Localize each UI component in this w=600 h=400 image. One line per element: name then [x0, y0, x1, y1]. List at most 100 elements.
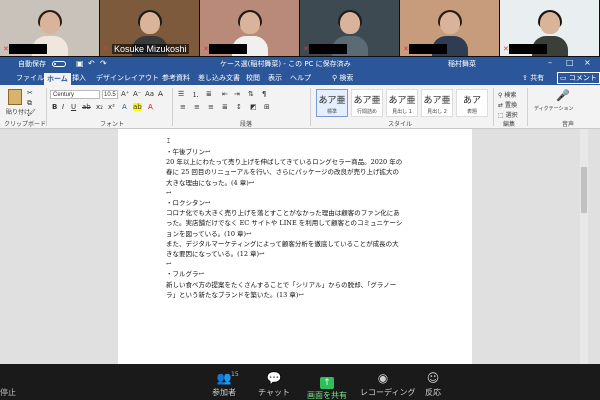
strikethrough-icon[interactable]: ab [82, 103, 91, 111]
font-size-select[interactable]: 10.5 [102, 90, 118, 99]
change-case-icon[interactable]: Aa [145, 90, 154, 98]
shading-icon[interactable]: ◩ [250, 103, 257, 111]
muted-mic-icon: ✕ [103, 45, 109, 53]
select-button[interactable]: ⬚ 選択 [498, 110, 518, 119]
undo-icon[interactable]: ↶ [88, 59, 95, 68]
reactions-button[interactable]: ☺ 反応 [418, 370, 448, 398]
tab-8[interactable]: 表示 [268, 73, 282, 83]
font-color-icon[interactable]: A [148, 103, 153, 111]
tab-7[interactable]: 校閲 [246, 73, 260, 83]
superscript-icon[interactable]: x² [108, 103, 115, 111]
share-screen-icon: ↑ [320, 377, 334, 389]
style-sample: あア [462, 96, 481, 106]
borders-icon[interactable]: ⊞ [264, 103, 270, 111]
numbering-icon[interactable]: ⒈ [192, 90, 199, 100]
style-option[interactable]: あア亜 見出し 2 [421, 89, 453, 117]
document-page[interactable]: 𝙸 ・午後ブリン↩ 20 年以上にわたって売り上げを伸ばしてきているロングセラー商… [118, 129, 472, 364]
face [539, 12, 560, 34]
bullets-icon[interactable]: ☰ [178, 90, 184, 98]
chat-icon: 💬 [266, 371, 282, 385]
share-button[interactable]: ⇪ 共有 [522, 73, 544, 83]
justify-icon[interactable]: ≣ [222, 103, 228, 111]
comments-button[interactable]: ▭ コメント [557, 72, 600, 84]
redo-icon[interactable]: ↷ [100, 59, 107, 68]
tab-5[interactable]: 参考資料 [162, 73, 190, 83]
text-effects-icon[interactable]: A [122, 103, 127, 111]
style-name: 表題 [466, 109, 477, 115]
participant-tile[interactable]: ✕ [400, 0, 499, 56]
scrollbar-thumb[interactable] [581, 167, 587, 213]
divider [172, 88, 173, 126]
autosave-toggle[interactable] [52, 61, 66, 67]
share-screen-button[interactable]: ↑ 画面を共有 [303, 370, 351, 400]
participant-name-redacted [309, 44, 347, 54]
stop-label[interactable]: 停止 [0, 387, 16, 398]
shrink-font-icon[interactable]: A⁻ [133, 90, 141, 98]
participant-tile[interactable]: ✕ Kosuke Mizukoshi [100, 0, 199, 56]
chat-button[interactable]: 💬 チャット [254, 370, 294, 398]
maximize-icon[interactable]: □ [566, 58, 574, 67]
highlight-icon[interactable]: ab [133, 103, 142, 111]
align-left-icon[interactable]: ≡ [180, 103, 186, 111]
line-spacing-icon[interactable]: ↕ [236, 103, 242, 111]
show-marks-icon[interactable]: ¶ [262, 90, 266, 98]
tab-9[interactable]: ヘルプ [290, 73, 311, 83]
tab-3[interactable]: デザイン [96, 73, 124, 83]
sort-icon[interactable]: ⇅ [248, 90, 254, 98]
style-option[interactable]: あア 表題 [456, 89, 488, 117]
document-line: 大きな理由になった。(4 章)↩ [166, 178, 255, 187]
style-option[interactable]: あア亜 標準 [316, 89, 348, 117]
microphone-icon[interactable]: 🎤 [556, 89, 570, 102]
grow-font-icon[interactable]: A⁺ [121, 90, 129, 98]
find-button[interactable]: ⚲ 検索 [498, 90, 516, 99]
document-line: 春に 25 回目のリニューアルを行い、さらにパッケージの改良が売り上げ拡大の [166, 168, 399, 177]
participant-tile[interactable]: ✕ [500, 0, 599, 56]
tab-1[interactable]: ホーム [44, 73, 71, 85]
participant-name-redacted [509, 44, 547, 54]
voice-group-label: 音声 [562, 121, 575, 128]
user-name: 稲村舞菜 [448, 60, 476, 68]
replace-button[interactable]: ⇄ 置換 [498, 100, 517, 109]
style-name: 見出し 1 [392, 109, 412, 115]
close-icon[interactable]: × [584, 58, 591, 67]
face [339, 12, 360, 34]
participant-name: Kosuke Mizukoshi [112, 44, 189, 54]
participant-tile[interactable]: ✕ [300, 0, 399, 56]
participant-name-redacted [9, 44, 47, 54]
face [239, 12, 260, 34]
tab-2[interactable]: 挿入 [72, 73, 86, 83]
font-name-select[interactable]: Century [50, 90, 100, 99]
style-option[interactable]: あア亜 行間詰め [351, 89, 383, 117]
save-icon[interactable]: ▣ [76, 59, 84, 68]
clipboard-group-label: クリップボード [4, 121, 47, 128]
underline-icon[interactable]: U [71, 103, 76, 111]
bold-icon[interactable]: B [52, 103, 57, 111]
zoom-meeting-window: ✕ ✕ Kosuke Mizukoshi ✕ ✕ ✕ ✕ 自動保存 ▣ ↶ ↷ ケース選(稲… [0, 0, 600, 400]
tab-6[interactable]: 差し込み文書 [198, 73, 240, 83]
text-cursor-icon: 𝙸 [166, 137, 171, 145]
record-button[interactable]: ◉ レコーディング [360, 370, 415, 398]
italic-icon[interactable]: I [62, 103, 64, 111]
tab-0[interactable]: ファイル [16, 73, 44, 83]
style-option[interactable]: あア亜 見出し 1 [386, 89, 418, 117]
format-painter-icon[interactable]: 🖌 [27, 109, 36, 117]
clear-format-icon[interactable]: A̶ [158, 90, 163, 98]
cut-icon[interactable]: ✂ [27, 89, 33, 97]
vertical-scrollbar[interactable] [580, 129, 588, 364]
minimize-icon[interactable]: – [548, 58, 552, 67]
participant-tile[interactable]: ✕ [200, 0, 299, 56]
replace-label: 置換 [504, 102, 517, 109]
tab-4[interactable]: レイアウト [124, 73, 159, 83]
decrease-indent-icon[interactable]: ⇤ [222, 90, 228, 98]
increase-indent-icon[interactable]: ⇥ [234, 90, 240, 98]
participant-tile[interactable]: ✕ [0, 0, 99, 56]
align-center-icon[interactable]: ≡ [194, 103, 200, 111]
multilevel-list-icon[interactable]: ≣ [206, 90, 212, 98]
align-right-icon[interactable]: ≡ [208, 103, 214, 111]
share-screen-label: 画面を共有 [307, 391, 347, 400]
search-box[interactable]: ⚲ 検索 [332, 73, 353, 83]
copy-icon[interactable]: ⧉ [27, 99, 32, 108]
subscript-icon[interactable]: x₂ [96, 103, 103, 111]
paste-icon[interactable] [8, 89, 22, 105]
comments-label: コメント [568, 74, 597, 82]
